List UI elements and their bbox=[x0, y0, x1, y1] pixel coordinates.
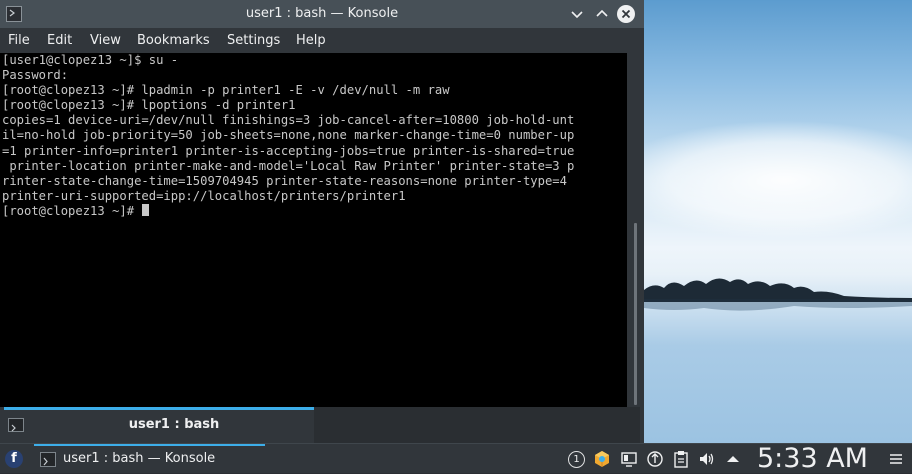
terminal-line: copies=1 device-uri=/dev/null finishings… bbox=[2, 113, 575, 128]
menu-icon[interactable] bbox=[887, 450, 905, 468]
clock[interactable]: 5:33 AM bbox=[757, 443, 868, 474]
fedora-icon[interactable]: f bbox=[5, 450, 23, 468]
terminal-prompt-line[interactable]: [root@clopez13 ~]# bbox=[2, 203, 574, 219]
expand-tray-icon[interactable] bbox=[724, 450, 742, 468]
menu-file[interactable]: File bbox=[8, 28, 30, 53]
display-icon[interactable] bbox=[620, 450, 638, 468]
title-bar[interactable]: user1 : bash — Konsole bbox=[0, 0, 644, 29]
terminal-line: [root@clopez13 ~]# lpoptions -d printer1 bbox=[2, 98, 296, 113]
volume-icon[interactable] bbox=[698, 450, 716, 468]
close-button[interactable] bbox=[617, 5, 635, 23]
chevron-down-icon bbox=[571, 11, 583, 19]
menu-view[interactable]: View bbox=[90, 28, 121, 53]
terminal-line: Password: bbox=[2, 68, 69, 83]
desktop-wallpaper bbox=[644, 0, 912, 443]
menu-edit[interactable]: Edit bbox=[47, 28, 72, 53]
terminal-output: [user1@clopez13 ~]$ su - Password: [root… bbox=[2, 53, 574, 219]
terminal-scrollbar[interactable] bbox=[627, 53, 644, 407]
terminal-line: [user1@clopez13 ~]$ su - bbox=[2, 53, 179, 67]
terminal-icon bbox=[40, 452, 56, 467]
terminal-line: =1 printer-info=printer1 printer-is-acce… bbox=[2, 143, 575, 158]
chevron-up-icon bbox=[596, 9, 608, 17]
maximize-button[interactable] bbox=[593, 5, 611, 23]
terminal-line: printer-uri-supported=ipp://localhost/pr… bbox=[2, 188, 406, 203]
terminal-line: rinter-state-change-time=1509704945 prin… bbox=[2, 173, 567, 188]
tab-user1-bash[interactable]: user1 : bash bbox=[4, 407, 314, 443]
tab-label: user1 : bash bbox=[128, 417, 220, 432]
task-label: user1 : bash — Konsole bbox=[63, 451, 216, 466]
taskbar-panel: f user1 : bash — Konsole 1 5:33 AM bbox=[0, 443, 912, 474]
terminal-view[interactable]: [user1@clopez13 ~]$ su - Password: [root… bbox=[0, 53, 627, 407]
wallpaper-cloud bbox=[644, 120, 912, 240]
wallpaper-horizon bbox=[644, 299, 912, 302]
network-icon[interactable] bbox=[646, 450, 664, 468]
close-icon bbox=[621, 9, 631, 19]
minimize-button[interactable] bbox=[568, 5, 586, 23]
task-konsole[interactable]: user1 : bash — Konsole bbox=[34, 444, 265, 473]
terminal-line: printer-location printer-make-and-model=… bbox=[2, 158, 575, 173]
menu-help[interactable]: Help bbox=[296, 28, 326, 53]
notifications-icon[interactable]: 1 bbox=[568, 451, 585, 468]
menu-bookmarks[interactable]: Bookmarks bbox=[137, 28, 210, 53]
menu-bar: File Edit View Bookmarks Settings Help bbox=[0, 28, 644, 53]
menu-settings[interactable]: Settings bbox=[227, 28, 280, 53]
tab-bar-empty-area[interactable] bbox=[314, 407, 640, 443]
terminal-line: il=no-hold job-priority=50 job-sheets=no… bbox=[2, 128, 575, 143]
scrollbar-thumb[interactable] bbox=[634, 223, 637, 405]
clipboard-icon[interactable] bbox=[672, 450, 690, 468]
text-cursor bbox=[142, 203, 150, 216]
terminal-prompt: [root@clopez13 ~]# bbox=[2, 203, 142, 218]
konsole-window: user1 : bash — Konsole File Edit View Bo… bbox=[0, 0, 644, 443]
terminal-line: [root@clopez13 ~]# lpadmin -p printer1 -… bbox=[2, 83, 450, 98]
updates-icon[interactable] bbox=[593, 450, 611, 468]
tab-bar: user1 : bash bbox=[0, 407, 644, 443]
window-title: user1 : bash — Konsole bbox=[245, 6, 399, 21]
